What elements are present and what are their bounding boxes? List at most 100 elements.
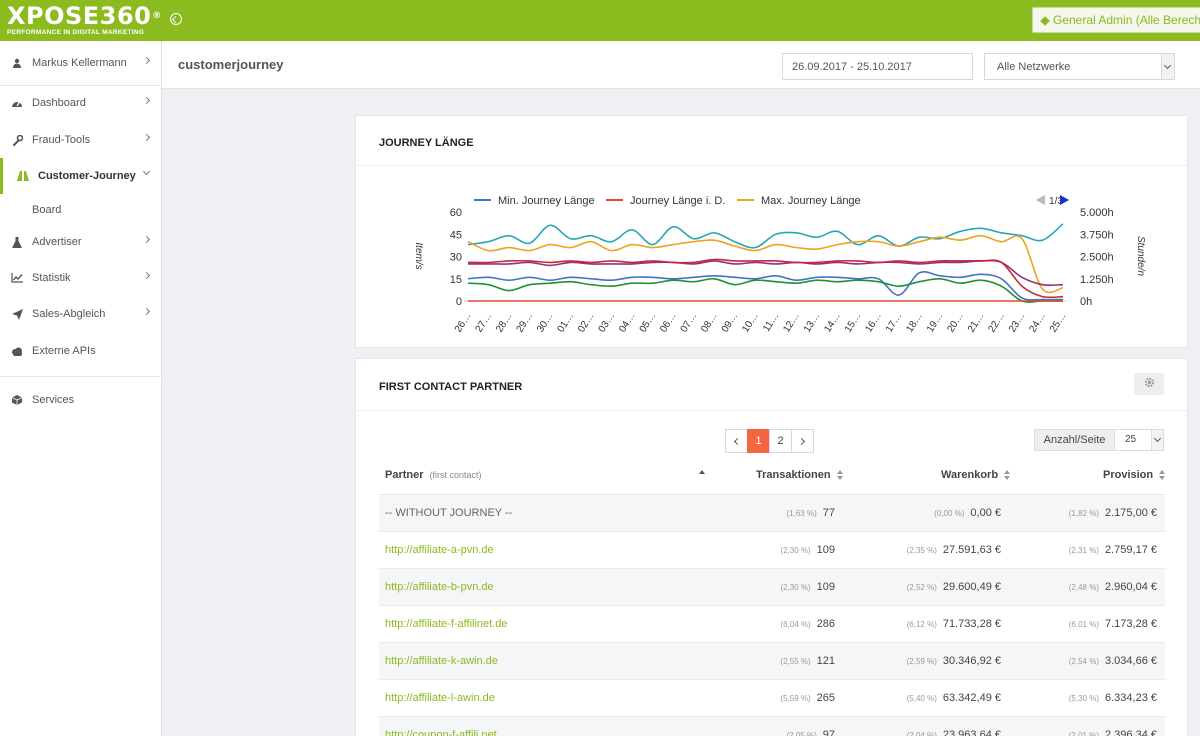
commission-percent: (5,30 %) — [1068, 694, 1099, 703]
y-tick-label-right: 1.250h — [1080, 274, 1114, 286]
x-tick-label: 30… — [535, 311, 556, 335]
table-row[interactable]: http://affiliate-b-pvn.de (2,30 %) 109 (2,5… — [379, 568, 1165, 605]
table-row[interactable]: http://affiliate-k-awin.de (2,55 %) 121 (2,… — [379, 642, 1165, 679]
column-header-partner[interactable]: Partner (first contact) — [385, 469, 482, 481]
basket-cell: (5,40 %) 63.342,49 € — [907, 692, 1001, 704]
panel-divider — [356, 410, 1187, 411]
chevron-right-icon — [142, 133, 151, 142]
chevron-down-icon[interactable] — [1151, 430, 1163, 450]
journey-length-chart: 60 45 30 15 0 5.000h 3.750h 2.500h 1.250h 0h Item/… — [413, 195, 1146, 335]
sidebar-collapse-icon[interactable] — [170, 13, 182, 25]
basket-percent: (6,12 %) — [906, 620, 937, 629]
chevron-down-icon[interactable] — [1161, 54, 1174, 79]
flask-icon — [10, 235, 24, 249]
pagination-prev-button[interactable] — [725, 429, 748, 453]
date-range-input[interactable]: 26.09.2017 - 25.10.2017 — [782, 53, 973, 80]
transactions-value: 109 — [816, 544, 835, 556]
sidebar-item-services[interactable]: Services — [0, 382, 161, 418]
table-row[interactable]: http://coupon-f-affili.net (2,05 %) 97 (2,0… — [379, 716, 1165, 736]
logo[interactable]: XPOSE360® PERFORMANCE IN DIGITAL MARKETI… — [7, 3, 162, 37]
sidebar-item-label: Dashboard — [32, 97, 86, 109]
partner-link[interactable]: http://affiliate-a-pvn.de — [385, 544, 494, 556]
partner-link[interactable]: http://affiliate-f-affilinet.de — [385, 618, 508, 630]
basket-cell: (0,00 %) 0,00 € — [934, 507, 1001, 519]
road-icon — [16, 169, 30, 183]
table-row[interactable]: http://affiliate-l-awin.de (5,59 %) 265 (5,… — [379, 679, 1165, 716]
pagination-page-1[interactable]: 1 — [747, 429, 770, 453]
y-axis-title-right: Stunde/n — [1135, 236, 1146, 276]
table-row[interactable]: http://affiliate-a-pvn.de (2,30 %) 109 (2,3… — [379, 531, 1165, 568]
basket-value: 30.346,92 € — [942, 655, 1001, 667]
sidebar-item-label: Sales-Abgleich — [32, 308, 106, 320]
commission-value: 2.396,34 € — [1105, 729, 1157, 736]
sidebar-item-dashboard[interactable]: Dashboard — [0, 85, 161, 121]
journey-length-panel: JOURNEY LÄNGE 60 45 30 15 0 5.000h 3.750h 2.500… — [355, 115, 1188, 348]
x-tick-label: 10… — [740, 311, 761, 335]
pagination-page-2[interactable]: 2 — [769, 429, 792, 453]
y-tick-label-right: 3.750h — [1080, 229, 1114, 241]
x-tick-label: 21… — [966, 311, 987, 335]
network-select-value: Alle Netzwerke — [997, 61, 1071, 73]
x-tick-label: 16… — [863, 311, 884, 335]
settings-button[interactable] — [1134, 373, 1164, 395]
role-switch-button[interactable]: General Admin (Alle Berechtigungen) — [1032, 7, 1200, 33]
network-select[interactable]: Alle Netzwerke — [984, 53, 1175, 80]
sidebar-item-advertiser[interactable]: Advertiser — [0, 224, 161, 260]
cube-icon — [10, 393, 24, 407]
x-tick-label: 25… — [1048, 311, 1069, 335]
column-header-commission[interactable]: Provision — [1103, 469, 1166, 481]
per-page-value: 25 — [1125, 434, 1137, 445]
per-page-select[interactable]: 25 — [1114, 429, 1164, 451]
basket-value: 71.733,28 € — [942, 618, 1001, 630]
basket-value: 63.342,49 € — [942, 692, 1001, 704]
partner-link[interactable]: http://coupon-f-affili.net — [385, 729, 497, 736]
logo-text: XPOSE360 — [7, 2, 152, 30]
transactions-cell: (2,55 %) 121 — [780, 655, 835, 667]
sidebar-subitem-board[interactable]: Board — [32, 204, 61, 216]
sidebar-item-label: Advertiser — [32, 236, 82, 248]
transactions-percent: (1,63 %) — [786, 509, 817, 518]
column-header-basket[interactable]: Warenkorb — [941, 469, 1011, 481]
sidebar-item-statistik[interactable]: Statistik — [0, 260, 161, 296]
chevron-right-icon — [142, 271, 151, 280]
partner-link[interactable]: http://affiliate-b-pvn.de — [385, 581, 494, 593]
x-tick-label: 01… — [556, 311, 577, 335]
x-tick-label: 13… — [802, 311, 823, 335]
transactions-cell: (2,30 %) 109 — [780, 544, 835, 556]
sidebar-item-label: Customer-Journey — [38, 170, 136, 182]
sidebar-item-user[interactable]: Markus Kellermann — [0, 45, 161, 81]
column-header-transactions[interactable]: Transaktionen — [756, 469, 844, 481]
x-tick-label: 04… — [617, 311, 638, 335]
sidebar-item-fraud-tools[interactable]: Fraud-Tools — [0, 122, 161, 158]
sidebar-item-sales-abgleich[interactable]: Sales-Abgleich — [0, 296, 161, 332]
basket-percent: (2,04 %) — [906, 731, 937, 736]
line-chart-icon — [10, 271, 24, 285]
partner-link[interactable]: http://affiliate-k-awin.de — [385, 655, 498, 667]
partner-link[interactable]: http://affiliate-l-awin.de — [385, 692, 495, 704]
x-tick-label: 02… — [576, 311, 597, 335]
sidebar-item-externe-apis[interactable]: Externe APIs — [0, 333, 161, 369]
table-row[interactable]: http://affiliate-f-affilinet.de (6,04 %) 2… — [379, 605, 1165, 642]
basket-value: 23.963,64 € — [942, 729, 1001, 736]
basket-cell: (2,35 %) 27.591,63 € — [907, 544, 1001, 556]
basket-cell: (6,12 %) 71.733,28 € — [907, 618, 1001, 630]
sort-asc-icon[interactable] — [699, 470, 705, 474]
y-tick-label-right: 2.500h — [1080, 252, 1114, 264]
logo-tagline: PERFORMANCE IN DIGITAL MARKETING — [7, 29, 145, 36]
paper-plane-icon — [10, 307, 24, 321]
transactions-cell: (2,30 %) 109 — [780, 581, 835, 593]
x-tick-label: 08… — [699, 311, 720, 335]
series-line — [467, 271, 1064, 301]
pagination-next-button[interactable] — [791, 429, 814, 453]
transactions-percent: (6,04 %) — [780, 620, 811, 629]
y-tick-label-left: 0 — [456, 296, 462, 308]
commission-cell: (2,01 %) 2.396,34 € — [1069, 729, 1157, 736]
transactions-percent: (2,30 %) — [780, 546, 811, 555]
sidebar-item-customer-journey[interactable]: Customer-Journey — [0, 158, 161, 194]
legend-prev-icon[interactable] — [1036, 195, 1045, 205]
sort-icon — [1004, 470, 1011, 481]
transactions-value: 109 — [816, 581, 835, 593]
transactions-value: 77 — [822, 507, 835, 519]
table-row[interactable]: -- WITHOUT JOURNEY -- (1,63 %) 77 (0,00 %) 0… — [379, 494, 1165, 531]
legend-next-icon[interactable] — [1060, 195, 1069, 205]
